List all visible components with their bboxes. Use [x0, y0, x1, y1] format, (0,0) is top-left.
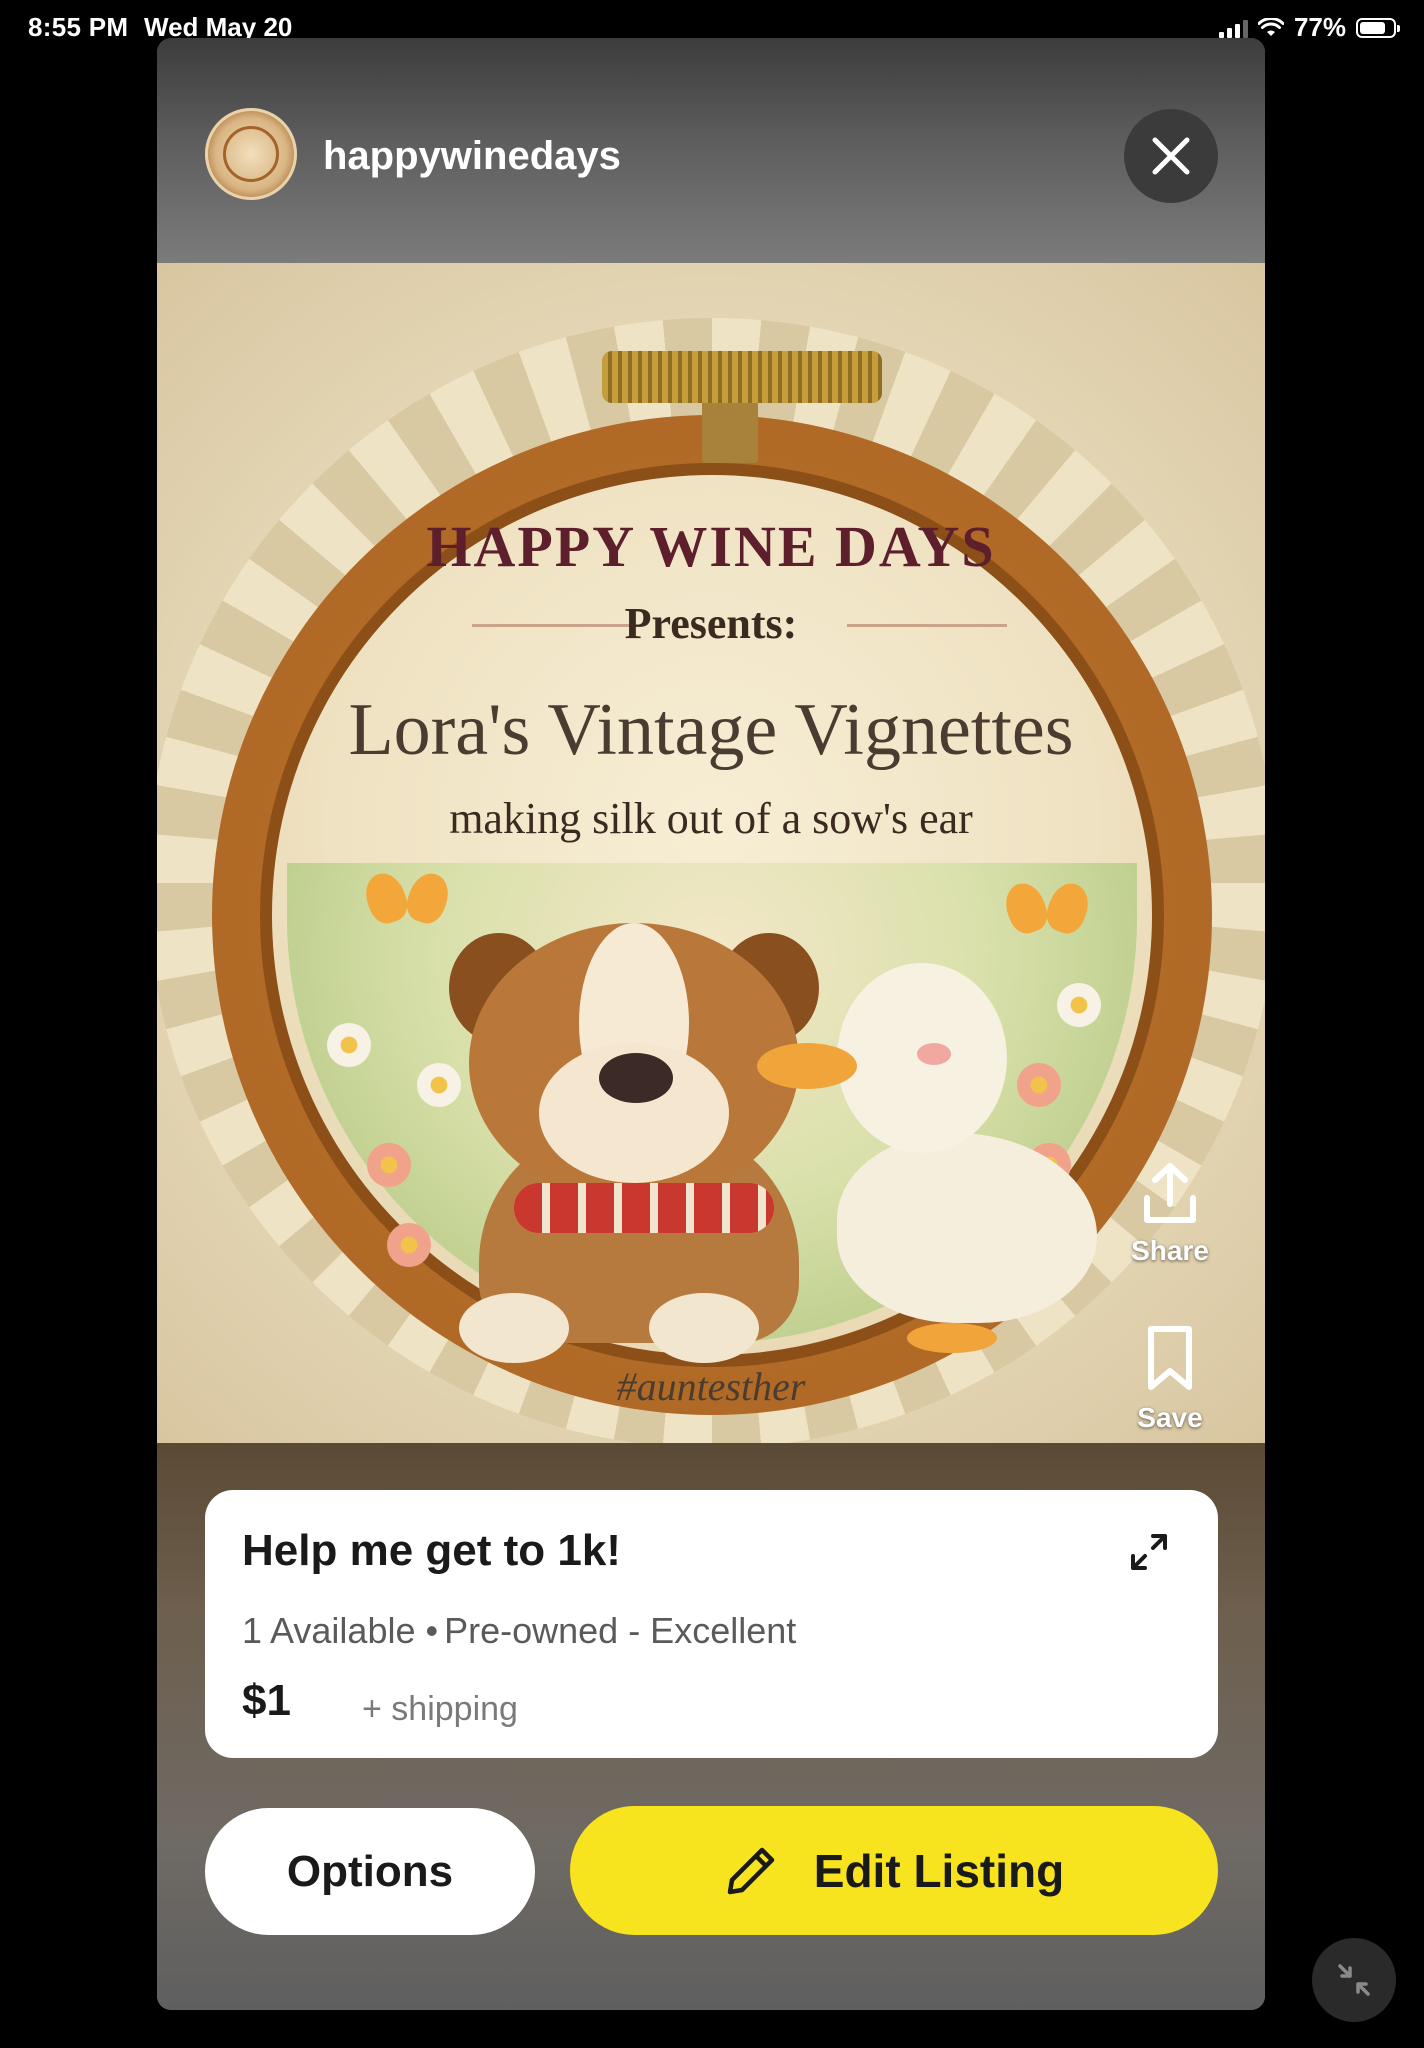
options-button[interactable]: Options — [205, 1808, 535, 1935]
bookmark-icon — [1148, 1326, 1192, 1390]
art-hashtag: #auntesther — [616, 1364, 806, 1409]
viewer-header: happywinedays — [157, 38, 1265, 263]
share-icon — [1144, 1163, 1196, 1223]
battery-percent: 77% — [1293, 12, 1346, 42]
expand-icon[interactable] — [1125, 1528, 1173, 1576]
cellular-signal-icon — [1218, 18, 1248, 38]
bulldog-illustration — [419, 893, 849, 1363]
shipping-note: + shipping — [362, 1690, 518, 1728]
flower — [367, 1143, 411, 1187]
username[interactable]: happywinedays — [323, 134, 621, 179]
art-brand-text: HAPPY WINE DAYS — [426, 514, 996, 579]
wifi-icon — [1257, 17, 1284, 36]
share-label: Share — [1131, 1235, 1209, 1266]
minimize-button[interactable] — [1312, 1938, 1396, 2022]
flower — [327, 1023, 371, 1067]
listing-title: Help me get to 1k! — [242, 1526, 621, 1575]
share-button[interactable]: Share — [1115, 1158, 1225, 1267]
edit-listing-label: Edit Listing — [813, 1844, 1065, 1897]
options-label: Options — [286, 1846, 454, 1896]
collapse-icon — [1338, 1964, 1370, 1996]
listing-viewer: happywinedays HAPPY WINE DAYS Presents: … — [157, 38, 1265, 2010]
close-button[interactable] — [1124, 109, 1218, 203]
art-presents-text: Presents: — [624, 599, 798, 648]
art-tagline: making silk out of a sow's ear — [449, 794, 973, 843]
listing-image: HAPPY WINE DAYS Presents: Lora's Vintage… — [157, 263, 1265, 1443]
hoop-screw — [602, 351, 882, 403]
close-icon — [1152, 137, 1190, 175]
butterfly — [1007, 883, 1087, 943]
save-button[interactable]: Save — [1115, 1323, 1225, 1434]
pencil-icon — [727, 1847, 775, 1894]
status-time: 8:55 PM — [28, 12, 129, 42]
edit-listing-button[interactable]: Edit Listing — [570, 1806, 1218, 1935]
separator-dot: • — [425, 1610, 439, 1651]
duck-illustration — [757, 963, 1097, 1353]
listing-info-card[interactable]: Help me get to 1k! 1 Available • Pre-owned… — [205, 1490, 1218, 1758]
art-main-title: Lora's Vintage Vignettes — [348, 689, 1074, 771]
profile-avatar[interactable] — [205, 108, 297, 200]
condition: Pre-owned - Excellent — [444, 1610, 797, 1651]
listing-meta: 1 Available • Pre-owned - Excellent — [242, 1610, 796, 1652]
price: $1 — [242, 1676, 291, 1725]
save-label: Save — [1137, 1402, 1203, 1433]
battery-icon — [1356, 17, 1400, 38]
availability: 1 Available — [242, 1610, 416, 1651]
